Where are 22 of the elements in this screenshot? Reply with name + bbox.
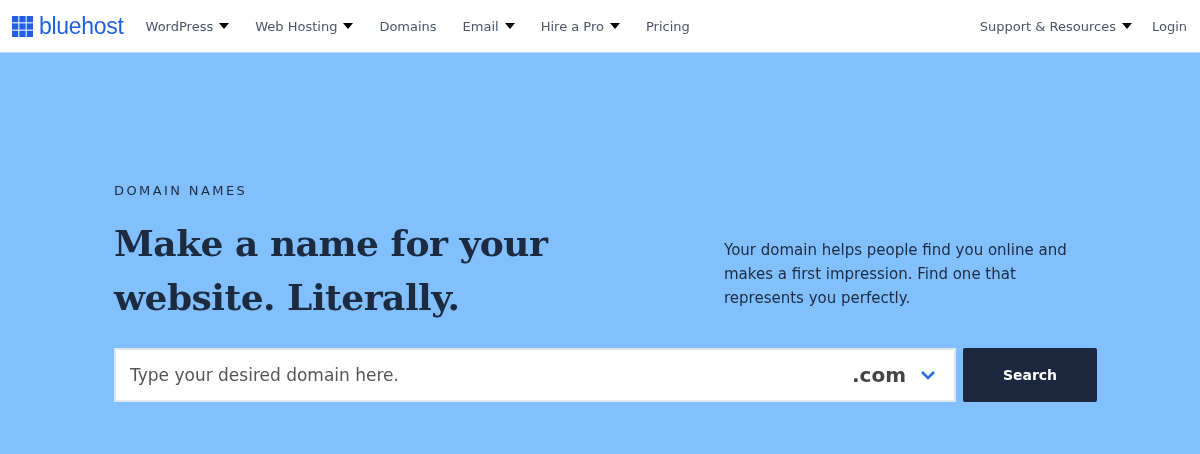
section-label: DOMAIN NAMES bbox=[114, 183, 249, 198]
nav-link[interactable]: Login bbox=[1151, 18, 1187, 34]
domain-search-field[interactable]: Type your desired domain here. .com bbox=[114, 348, 956, 402]
grid-logo-icon bbox=[12, 15, 33, 37]
caret-icon bbox=[1121, 23, 1132, 29]
caret-icon bbox=[343, 23, 354, 29]
caret-icon bbox=[504, 23, 515, 29]
nav-link[interactable]: Email bbox=[454, 18, 523, 34]
nav-link[interactable]: Web Hosting bbox=[247, 18, 362, 34]
nav-link[interactable]: Domains bbox=[371, 18, 445, 34]
caret-icon bbox=[219, 23, 230, 29]
chevron-down-icon bbox=[920, 370, 936, 380]
nav-link[interactable]: Support & Resources bbox=[979, 18, 1132, 34]
brand-logo[interactable]: bluehost bbox=[39, 12, 124, 40]
nav-link[interactable]: Hire a Pro bbox=[532, 18, 628, 34]
caret-icon bbox=[610, 23, 620, 29]
tld-dropdown[interactable]: .com bbox=[851, 363, 954, 387]
description: Your domain helps people find you online and makes a first impression. Find one that represents you perfectly. bbox=[724, 240, 1068, 309]
headline: Make a name for your website. Literally. bbox=[114, 221, 550, 320]
nav-link[interactable]: WordPress bbox=[137, 18, 238, 34]
nav-link[interactable]: Pricing bbox=[638, 18, 698, 34]
search-button[interactable]: Search bbox=[963, 348, 1097, 402]
